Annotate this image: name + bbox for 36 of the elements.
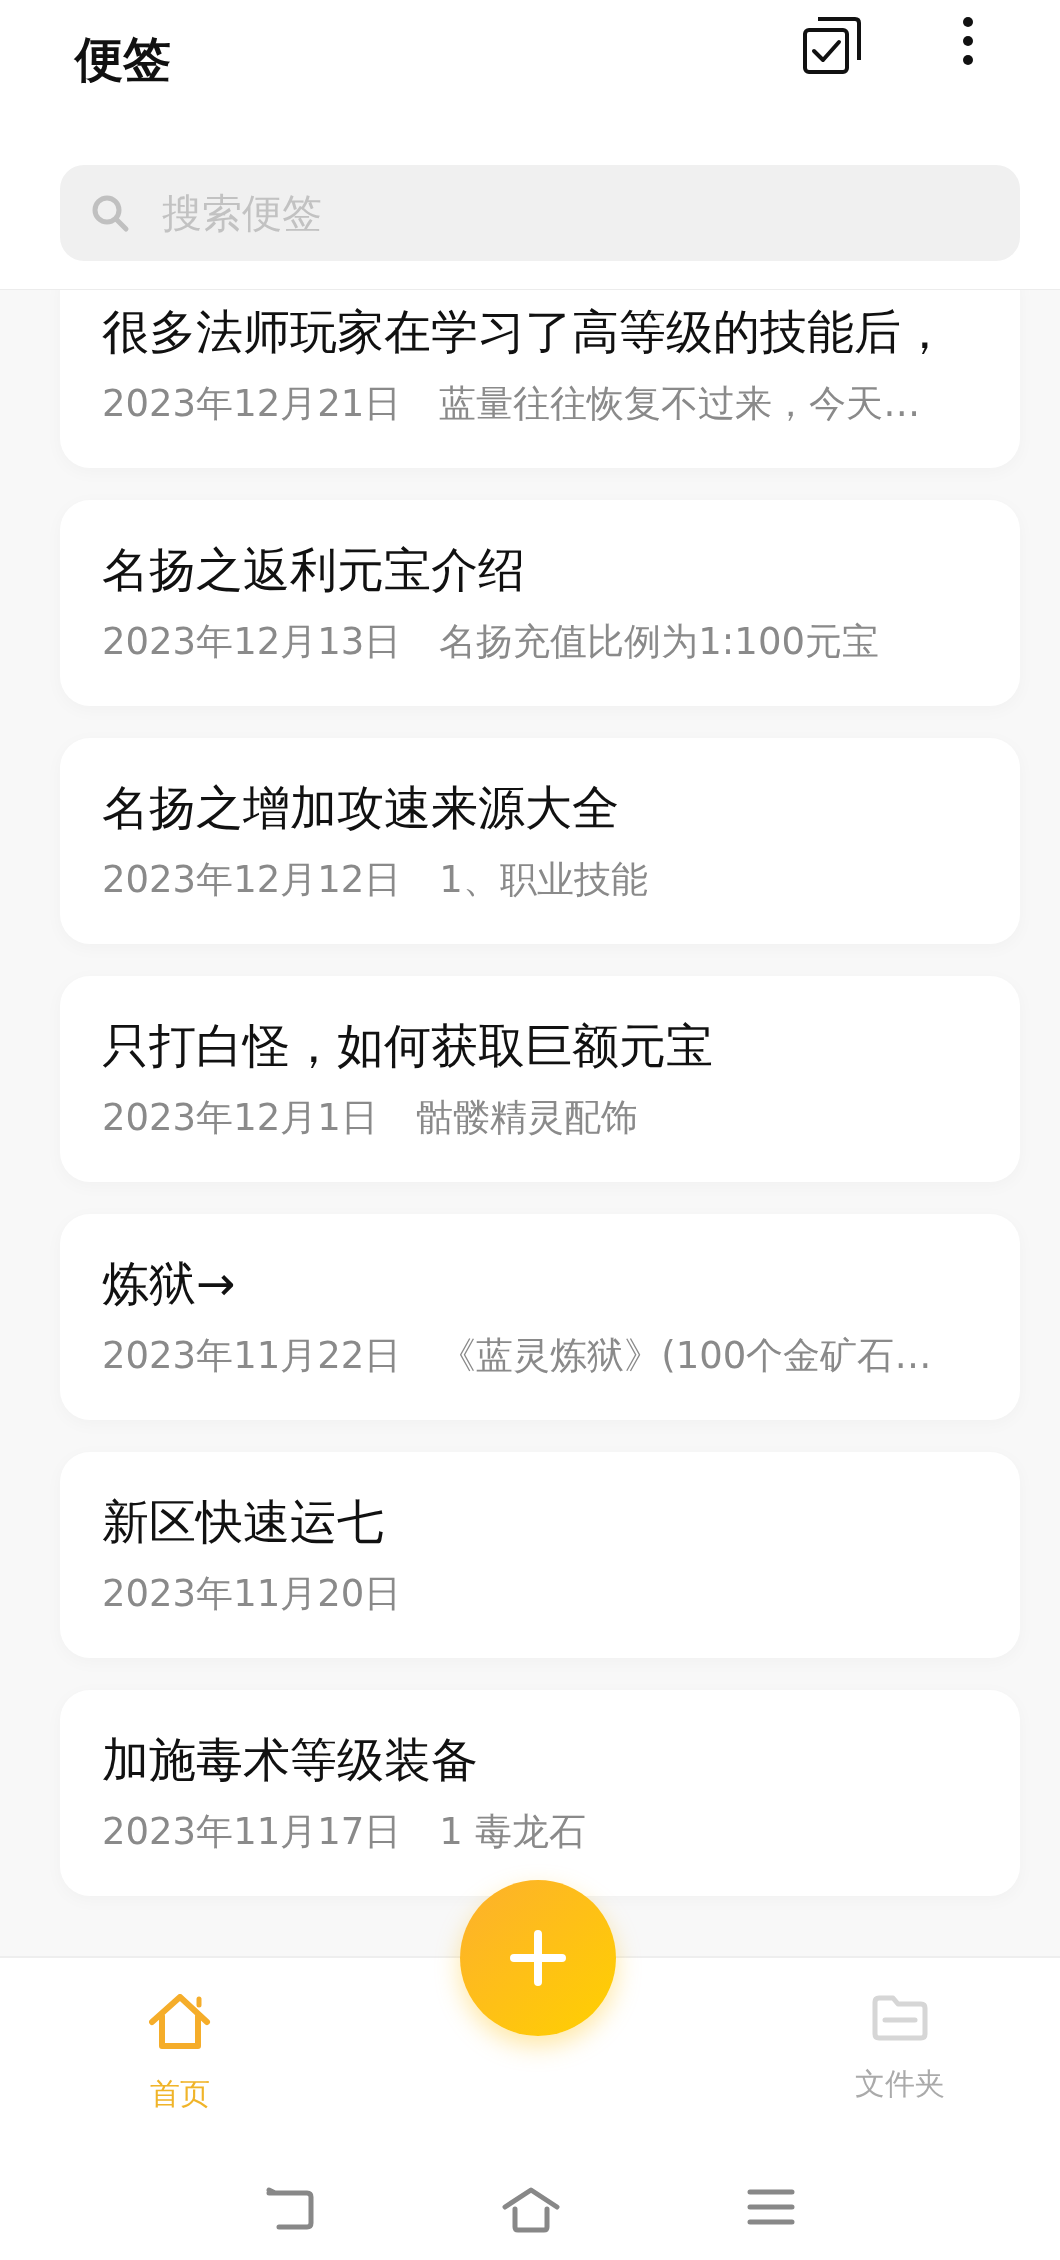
note-title: 很多法师玩家在学习了高等级的技能后， xyxy=(102,303,949,361)
note-snippet: 《蓝灵炼狱》(100个金矿石… xyxy=(439,1333,932,1379)
note-card[interactable]: 加施毒术等级装备 2023年11月17日 1 毒龙石 xyxy=(60,1690,1020,1896)
app-title: 便签 xyxy=(75,30,171,89)
home-icon xyxy=(149,1994,211,2052)
folder-icon xyxy=(871,1994,929,2042)
note-card[interactable]: 名扬之返利元宝介绍 2023年12月13日 名扬充值比例为1:100元宝 xyxy=(60,500,1020,706)
note-date: 2023年11月22日 xyxy=(102,1333,402,1379)
note-snippet: 骷髅精灵配饰 xyxy=(415,1095,638,1141)
note-title: 加施毒术等级装备 xyxy=(102,1731,479,1789)
note-title: 只打白怪，如何获取巨额元宝 xyxy=(102,1017,714,1075)
search-icon xyxy=(90,193,130,233)
note-date: 2023年12月1日 xyxy=(102,1095,378,1141)
note-card[interactable]: 炼狱→ 2023年11月22日 《蓝灵炼狱》(100个金矿石… xyxy=(60,1214,1020,1420)
note-date: 2023年11月17日 xyxy=(102,1809,402,1855)
note-snippet: 名扬充值比例为1:100元宝 xyxy=(439,619,879,665)
more-menu-icon[interactable] xyxy=(962,16,974,66)
note-snippet: 1、职业技能 xyxy=(439,857,648,903)
note-snippet: 蓝量往往恢复不过来，今天… xyxy=(439,381,921,427)
note-snippet: 1 毒龙石 xyxy=(439,1809,586,1855)
back-icon[interactable] xyxy=(265,2187,315,2233)
note-title: 名扬之增加攻速来源大全 xyxy=(102,779,620,837)
note-title: 名扬之返利元宝介绍 xyxy=(102,541,526,599)
note-date: 2023年11月20日 xyxy=(102,1571,402,1617)
plus-icon xyxy=(510,1930,566,1986)
note-date: 2023年12月12日 xyxy=(102,857,402,903)
note-title: 新区快速运七 xyxy=(102,1493,385,1551)
home-icon[interactable] xyxy=(501,2187,561,2233)
note-card[interactable]: 名扬之增加攻速来源大全 2023年12月12日 1、职业技能 xyxy=(60,738,1020,944)
note-title: 炼狱→ xyxy=(102,1255,237,1313)
note-date: 2023年12月21日 xyxy=(102,381,402,427)
note-date: 2023年12月13日 xyxy=(102,619,402,665)
note-card[interactable]: 很多法师玩家在学习了高等级的技能后， 2023年12月21日 蓝量往往恢复不过来，今天… xyxy=(60,290,1020,468)
note-card[interactable]: 只打白怪，如何获取巨额元宝 2023年12月1日 骷髅精灵配饰 xyxy=(60,976,1020,1182)
multi-select-icon[interactable] xyxy=(802,16,862,74)
note-card[interactable]: 新区快速运七 2023年11月20日 xyxy=(60,1452,1020,1658)
